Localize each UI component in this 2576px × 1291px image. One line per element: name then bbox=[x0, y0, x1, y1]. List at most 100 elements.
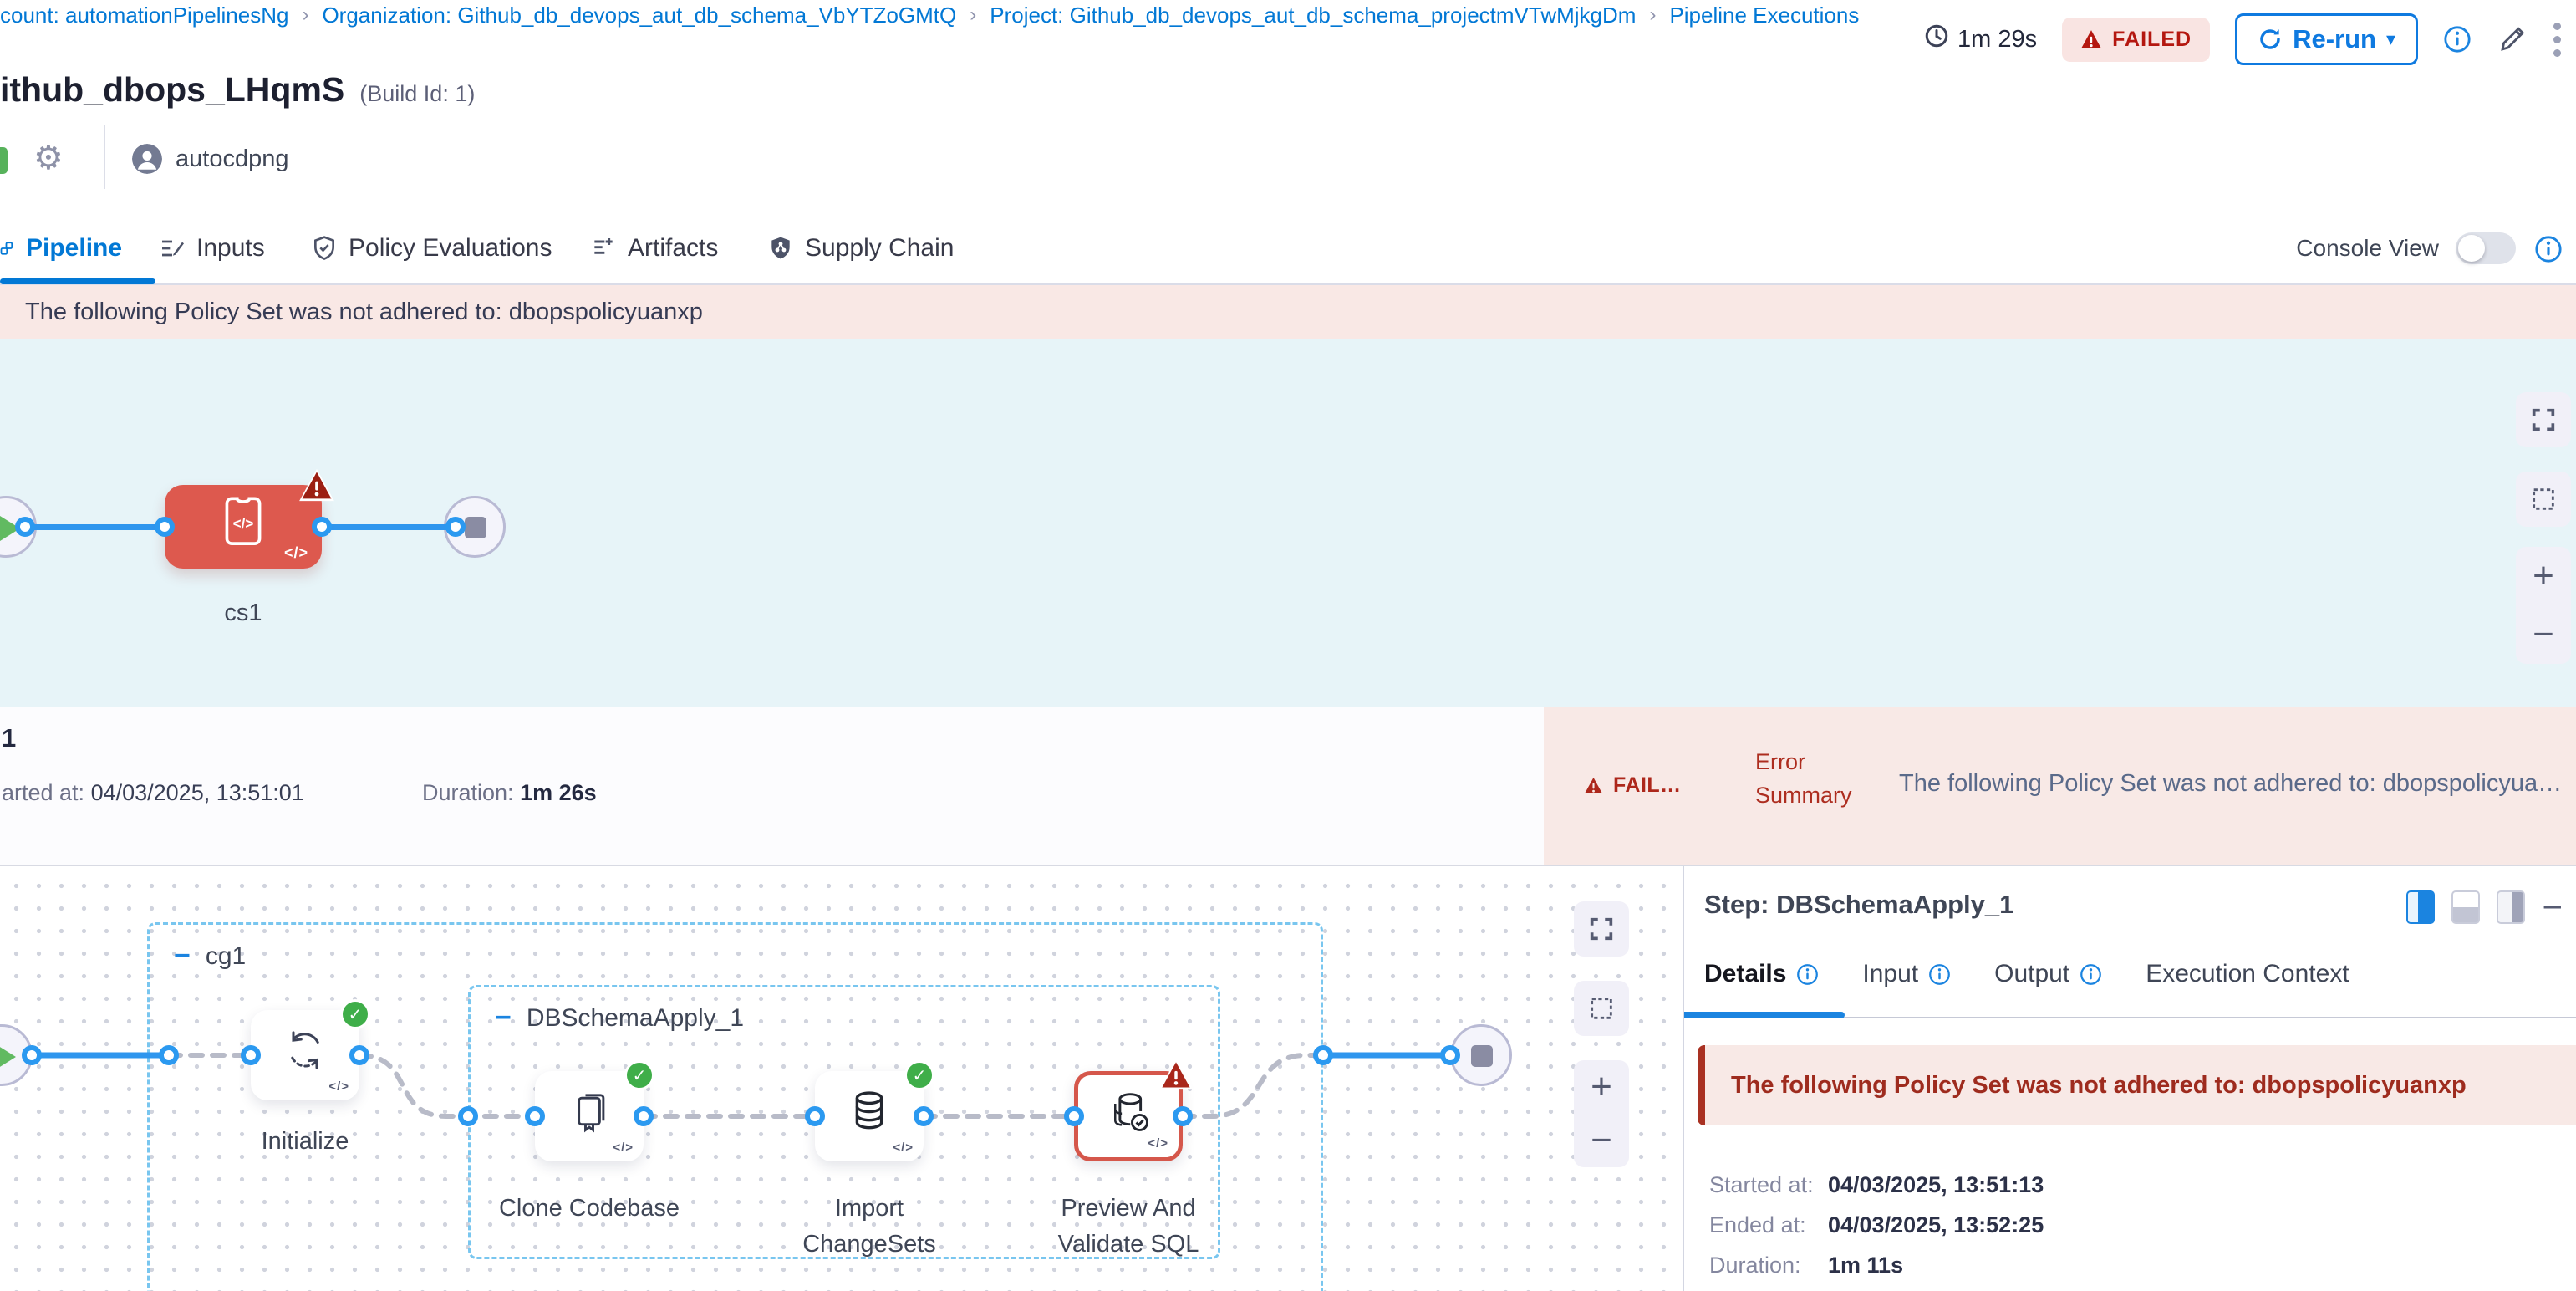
breadcrumb-pipeline-executions[interactable]: Pipeline Executions bbox=[1669, 3, 1859, 28]
fullscreen-button[interactable] bbox=[2516, 392, 2571, 447]
stage-name: 1 bbox=[2, 723, 16, 753]
tab-pipeline-label: Pipeline bbox=[26, 234, 122, 263]
tab-execution-context[interactable]: Execution Context bbox=[2146, 960, 2349, 988]
minimize-panel-icon[interactable]: − bbox=[2542, 890, 2563, 925]
step-node-import-changesets[interactable]: </> ✓ bbox=[815, 1071, 924, 1161]
tab-policy-evaluations[interactable]: Policy Evaluations bbox=[311, 213, 552, 283]
code-icon: </> bbox=[893, 1140, 914, 1155]
console-view-info-icon[interactable] bbox=[2534, 235, 2563, 268]
graph-port bbox=[1440, 1045, 1460, 1065]
marquee-select-button[interactable] bbox=[2516, 472, 2571, 527]
step-label-preview-validate-sql: Preview And Validate SQL bbox=[1036, 1191, 1220, 1263]
gear-icon[interactable]: ⚙ bbox=[33, 139, 64, 177]
stop-icon bbox=[465, 517, 486, 538]
zoom-in-button[interactable]: + bbox=[2533, 558, 2554, 594]
initialize-refresh-icon bbox=[282, 1027, 328, 1078]
pipeline-icon bbox=[0, 236, 15, 261]
layout-right-panel-icon[interactable] bbox=[2497, 890, 2525, 924]
tab-supply-chain[interactable]: Supply Chain bbox=[767, 213, 954, 283]
error-stripe bbox=[1698, 1045, 1705, 1125]
tab-supply-chain-label: Supply Chain bbox=[805, 234, 954, 263]
status-badge: FAILED bbox=[2062, 18, 2210, 62]
caret-down-icon: ▾ bbox=[2386, 28, 2395, 50]
more-options-icon[interactable] bbox=[2553, 23, 2561, 57]
collapse-group-icon[interactable]: − bbox=[174, 940, 191, 972]
console-view-toggle[interactable] bbox=[2456, 232, 2516, 264]
breadcrumb-organization[interactable]: Organization: Github_db_devops_aut_db_sc… bbox=[322, 3, 956, 28]
tab-output[interactable]: Output bbox=[1994, 960, 2102, 988]
shield-network-icon bbox=[767, 235, 794, 262]
stage-graph-canvas[interactable]: </> </> cs1 + − bbox=[0, 339, 2576, 707]
step-error-text: The following Policy Set was not adhered… bbox=[1731, 1072, 2467, 1100]
step-panel-title: Step: DBSchemaApply_1 bbox=[1704, 890, 2013, 920]
code-icon: </> bbox=[284, 544, 308, 562]
graph-port bbox=[241, 1045, 261, 1065]
code-icon: </> bbox=[328, 1079, 349, 1094]
artifacts-icon bbox=[590, 235, 617, 262]
execution-graph-canvas[interactable]: − cg1 − DBSchemaApply_1 </> ✓ Initiali bbox=[0, 866, 1683, 1291]
breadcrumb-project[interactable]: Project: Github_db_devops_aut_db_schema_… bbox=[990, 3, 1636, 28]
stage-node-cs1[interactable]: </> </> bbox=[165, 485, 322, 569]
graph-port bbox=[159, 1045, 179, 1065]
graph-port bbox=[1064, 1106, 1084, 1126]
graph-port bbox=[349, 1045, 369, 1065]
meta-divider bbox=[104, 125, 105, 189]
success-check-icon: ✓ bbox=[904, 1060, 934, 1090]
step-label-import-changesets: Import ChangeSets bbox=[777, 1191, 961, 1263]
warning-triangle-icon bbox=[2080, 29, 2102, 49]
info-icon[interactable] bbox=[2080, 963, 2102, 986]
database-check-icon bbox=[1106, 1089, 1151, 1138]
info-icon[interactable] bbox=[2443, 25, 2472, 54]
stage-fail-status: FAIL… bbox=[1584, 773, 1682, 798]
user-name: autocdpng bbox=[176, 145, 288, 173]
step-node-preview-validate-sql[interactable]: </> bbox=[1074, 1071, 1183, 1161]
breadcrumb: count: automationPipelinesNg › Organizat… bbox=[0, 0, 1859, 30]
edit-pencil-icon[interactable] bbox=[2497, 23, 2528, 55]
execution-duration-value: 1m 29s bbox=[1957, 26, 2037, 54]
graph-port bbox=[312, 517, 332, 537]
build-id: (Build Id: 1) bbox=[359, 81, 475, 107]
layout-split-right-icon[interactable] bbox=[2406, 890, 2435, 924]
graph-port bbox=[445, 517, 466, 537]
zoom-controls: + − bbox=[2516, 547, 2571, 664]
policy-violation-banner: The following Policy Set was not adhered… bbox=[0, 285, 2576, 339]
tab-details[interactable]: Details bbox=[1704, 960, 1819, 988]
status-indicator-partial bbox=[0, 147, 8, 174]
step-node-clone-codebase[interactable]: </> ✓ bbox=[535, 1071, 644, 1161]
step-label-initialize: Initialize bbox=[213, 1124, 397, 1160]
stage-summary-bar: 1 arted at: 04/03/2025, 13:51:01 Duratio… bbox=[0, 707, 2576, 866]
tab-inputs-label: Inputs bbox=[196, 234, 265, 263]
tab-pipeline[interactable]: Pipeline bbox=[0, 213, 122, 283]
detail-started-at: Started at: 04/03/2025, 13:51:13 bbox=[1709, 1172, 1814, 1198]
breadcrumb-account[interactable]: count: automationPipelinesNg bbox=[0, 3, 288, 28]
user-avatar-icon bbox=[132, 144, 162, 174]
info-icon[interactable] bbox=[1796, 963, 1819, 986]
panel-layout-controls: − bbox=[2406, 890, 2563, 925]
step-group-cg1-header: − cg1 bbox=[174, 940, 246, 972]
connector-line bbox=[25, 524, 167, 530]
detail-ended-at: Ended at: 04/03/2025, 13:52:25 bbox=[1709, 1212, 1806, 1238]
active-panel-tab-underline bbox=[1684, 1012, 1845, 1018]
step-node-initialize[interactable]: </> ✓ bbox=[251, 1010, 359, 1100]
step-group-dbschemaapply-header: − DBSchemaApply_1 bbox=[495, 1002, 744, 1034]
success-check-icon: ✓ bbox=[340, 999, 370, 1029]
triggered-by-user: autocdpng bbox=[132, 144, 288, 174]
zoom-out-button[interactable]: − bbox=[2533, 616, 2554, 653]
graph-port bbox=[805, 1106, 825, 1126]
tab-inputs[interactable]: Inputs bbox=[159, 213, 265, 283]
policy-violation-text: The following Policy Set was not adhered… bbox=[25, 299, 703, 326]
code-icon: </> bbox=[613, 1140, 634, 1155]
pipeline-title-row: ithub_dbops_LHqmS (Build Id: 1) bbox=[0, 70, 475, 110]
graph-port bbox=[914, 1106, 934, 1126]
layout-bottom-icon[interactable] bbox=[2451, 890, 2480, 924]
rerun-button[interactable]: Re-run ▾ bbox=[2235, 13, 2418, 65]
info-icon[interactable] bbox=[1928, 963, 1951, 986]
error-summary-label: Error Summary bbox=[1755, 745, 1897, 812]
tab-artifacts[interactable]: Artifacts bbox=[590, 213, 718, 283]
pipeline-title: ithub_dbops_LHqmS bbox=[0, 70, 344, 110]
view-tabs: Pipeline Inputs Policy Evaluations Artif… bbox=[0, 213, 2576, 285]
collapse-group-icon[interactable]: − bbox=[495, 1002, 512, 1034]
warning-triangle-icon bbox=[1584, 777, 1603, 794]
tab-input[interactable]: Input bbox=[1862, 960, 1951, 988]
stage-fail-label: FAIL… bbox=[1613, 773, 1682, 798]
